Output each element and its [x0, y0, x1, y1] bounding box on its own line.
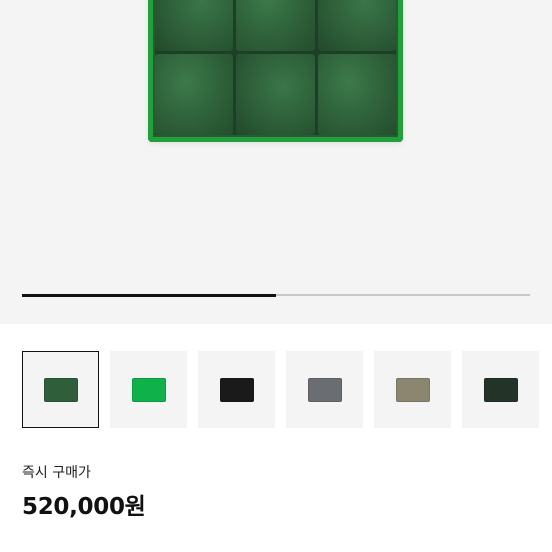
weave-cell	[317, 0, 396, 51]
wallet-product-image	[148, 0, 403, 142]
woven-leather-pattern	[155, 0, 396, 135]
weave-cell	[155, 0, 234, 51]
variant-thumbnail-taupe[interactable]	[374, 351, 451, 428]
instant-purchase-label: 즉시 구매가	[22, 465, 91, 481]
weave-cell	[236, 0, 315, 51]
variant-swatch	[307, 377, 342, 402]
variant-thumbnail-bright-green[interactable]	[110, 351, 187, 428]
variant-swatch	[131, 377, 166, 402]
variant-thumbnail-dark-green[interactable]	[22, 351, 99, 428]
product-image-area[interactable]	[0, 0, 552, 324]
gallery-progress-fill	[22, 293, 276, 297]
variant-thumbnail-list	[22, 351, 552, 428]
weave-cell	[317, 54, 396, 135]
variant-thumbnail-dark-forest[interactable]	[462, 351, 539, 428]
variant-swatch	[43, 377, 78, 402]
variant-swatch	[395, 377, 430, 402]
price: 520,000원	[22, 494, 146, 520]
variant-thumbnail-gray[interactable]	[286, 351, 363, 428]
variant-thumbnail-black[interactable]	[198, 351, 275, 428]
weave-cell	[236, 54, 315, 135]
weave-cell	[155, 54, 234, 135]
variant-swatch	[219, 377, 254, 402]
variant-swatch	[483, 377, 518, 402]
gallery-progress-track	[22, 293, 530, 297]
